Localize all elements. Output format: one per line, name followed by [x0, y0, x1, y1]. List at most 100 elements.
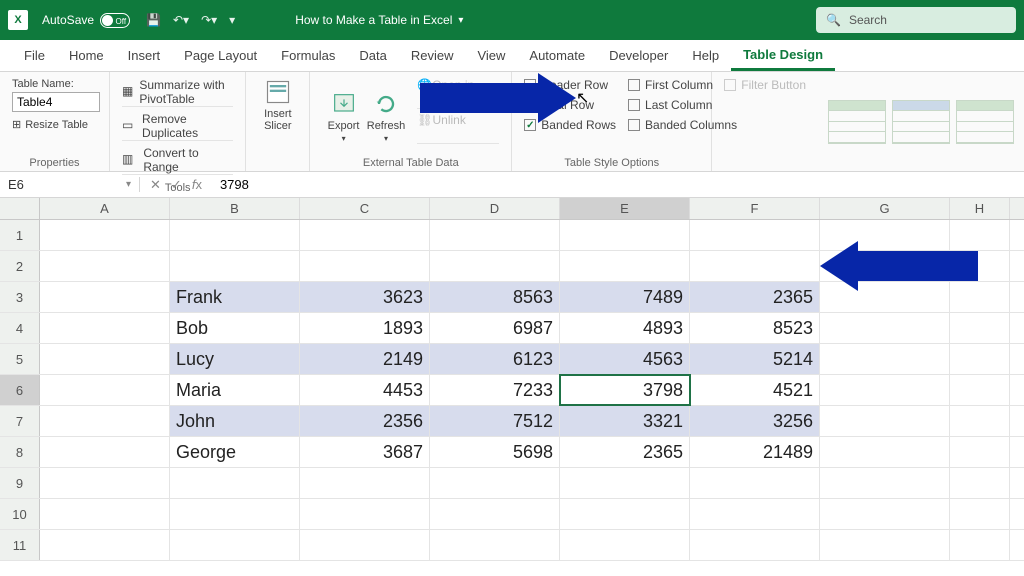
col-header[interactable]: C	[300, 198, 430, 219]
tab-help[interactable]: Help	[680, 40, 731, 71]
save-icon[interactable]: 💾	[146, 13, 161, 27]
ribbon-tabs: File Home Insert Page Layout Formulas Da…	[0, 40, 1024, 72]
cell[interactable]: John	[170, 406, 300, 436]
cell[interactable]: Bob	[170, 313, 300, 343]
undo-icon[interactable]: ↶▾	[173, 13, 189, 27]
cell[interactable]: 2365	[690, 282, 820, 312]
tab-home[interactable]: Home	[57, 40, 116, 71]
cell[interactable]: Maria	[170, 375, 300, 405]
cell[interactable]: 3321	[560, 406, 690, 436]
row-header[interactable]: 11	[0, 530, 40, 560]
annotation-arrow-icon	[830, 246, 1000, 286]
tab-review[interactable]: Review	[399, 40, 466, 71]
cell[interactable]: 4563	[560, 344, 690, 374]
row-header[interactable]: 5	[0, 344, 40, 374]
resize-table-button[interactable]: ⊞ Resize Table	[12, 118, 97, 131]
row-header[interactable]: 4	[0, 313, 40, 343]
cell[interactable]: 2365	[560, 437, 690, 467]
export-icon	[330, 90, 358, 118]
convert-range-button[interactable]: ▥Convert to Range	[122, 146, 233, 175]
row-header[interactable]: 7	[0, 406, 40, 436]
cell[interactable]: 4893	[560, 313, 690, 343]
cell[interactable]: Frank	[170, 282, 300, 312]
active-cell[interactable]: 3798	[560, 375, 690, 405]
cell[interactable]: 6987	[430, 313, 560, 343]
table-style-swatch[interactable]	[828, 100, 886, 144]
summarize-pivot-button[interactable]: ▦Summarize with PivotTable	[122, 78, 233, 107]
cell[interactable]: 2149	[300, 344, 430, 374]
cell[interactable]: 7489	[560, 282, 690, 312]
tab-developer[interactable]: Developer	[597, 40, 680, 71]
table-style-swatch[interactable]	[956, 100, 1014, 144]
table-name-input[interactable]	[12, 92, 100, 112]
spreadsheet-grid[interactable]: A B C D E F G H 1 2 3Frank36238563748923…	[0, 198, 1024, 561]
autosave-label: AutoSave	[42, 13, 94, 27]
refresh-icon	[372, 90, 400, 118]
col-header[interactable]: F	[690, 198, 820, 219]
table-name-label: Table Name:	[12, 78, 97, 90]
col-header[interactable]: D	[430, 198, 560, 219]
qat-more-icon[interactable]: ▾	[229, 13, 235, 27]
tab-data[interactable]: Data	[347, 40, 398, 71]
fx-icon[interactable]: fx	[192, 177, 202, 192]
redo-icon[interactable]: ↷▾	[201, 13, 217, 27]
tab-formulas[interactable]: Formulas	[269, 40, 347, 71]
row-header[interactable]: 2	[0, 251, 40, 281]
cell[interactable]: 8563	[430, 282, 560, 312]
export-button[interactable]: Export▾	[322, 78, 364, 155]
tab-insert[interactable]: Insert	[116, 40, 173, 71]
cell[interactable]: 4521	[690, 375, 820, 405]
table-style-swatch[interactable]	[892, 100, 950, 144]
col-header[interactable]: A	[40, 198, 170, 219]
select-all-corner[interactable]	[0, 198, 40, 219]
cell[interactable]: 1893	[300, 313, 430, 343]
tab-file[interactable]: File	[12, 40, 57, 71]
cell[interactable]: 3687	[300, 437, 430, 467]
name-box[interactable]: E6 ▾	[0, 177, 140, 192]
tab-table-design[interactable]: Table Design	[731, 40, 835, 71]
toggle-off-icon[interactable]: Off	[100, 13, 130, 28]
group-properties: Table Name: ⊞ Resize Table Properties	[0, 72, 110, 171]
group-table-styles	[818, 72, 1024, 171]
cell[interactable]: 7233	[430, 375, 560, 405]
cell[interactable]: 21489	[690, 437, 820, 467]
filter-button-checkbox: Filter Button	[724, 78, 806, 92]
row-header[interactable]: 6	[0, 375, 40, 405]
cell[interactable]: 2356	[300, 406, 430, 436]
cell[interactable]: 5214	[690, 344, 820, 374]
cell[interactable]: 6123	[430, 344, 560, 374]
enter-icon[interactable]: ✓	[171, 177, 182, 193]
cell[interactable]: Lucy	[170, 344, 300, 374]
document-title[interactable]: How to Make a Table in Excel ▾	[295, 13, 463, 27]
col-header[interactable]: B	[170, 198, 300, 219]
tab-view[interactable]: View	[465, 40, 517, 71]
remove-duplicates-button[interactable]: ▭Remove Duplicates	[122, 112, 233, 141]
cancel-icon[interactable]: ✕	[150, 177, 161, 193]
row-header[interactable]: 1	[0, 220, 40, 250]
row-header[interactable]: 8	[0, 437, 40, 467]
chevron-down-icon[interactable]: ▾	[458, 15, 463, 26]
cell[interactable]: 4453	[300, 375, 430, 405]
cell[interactable]: 7512	[430, 406, 560, 436]
cell[interactable]: 3623	[300, 282, 430, 312]
row-header[interactable]: 10	[0, 499, 40, 529]
cell[interactable]: George	[170, 437, 300, 467]
insert-slicer-button[interactable]: Insert Slicer	[251, 78, 305, 132]
cell[interactable]: 3256	[690, 406, 820, 436]
tab-page-layout[interactable]: Page Layout	[172, 40, 269, 71]
col-header[interactable]: H	[950, 198, 1010, 219]
autosave-toggle[interactable]: AutoSave Off	[42, 13, 130, 28]
cell[interactable]: 8523	[690, 313, 820, 343]
cell[interactable]: 5698	[430, 437, 560, 467]
tab-automate[interactable]: Automate	[517, 40, 597, 71]
slicer-icon	[264, 78, 292, 106]
formula-input[interactable]: 3798	[212, 177, 249, 192]
titlebar: X AutoSave Off 💾 ↶▾ ↷▾ ▾ How to Make a T…	[0, 0, 1024, 40]
chevron-down-icon[interactable]: ▾	[126, 179, 131, 190]
group-filter: Filter Button	[712, 72, 818, 171]
row-header[interactable]: 9	[0, 468, 40, 498]
row-header[interactable]: 3	[0, 282, 40, 312]
col-header[interactable]: G	[820, 198, 950, 219]
search-input[interactable]: 🔍 Search	[816, 7, 1016, 33]
col-header[interactable]: E	[560, 198, 690, 219]
